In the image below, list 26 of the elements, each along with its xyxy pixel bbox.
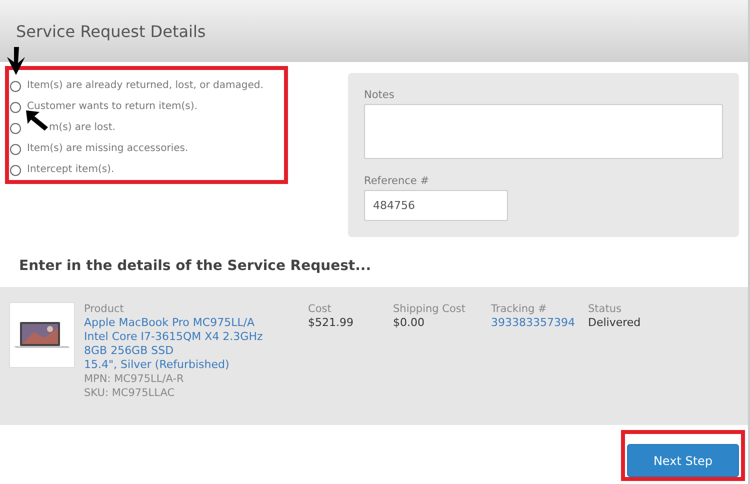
- radio-label: Item(s) are missing accessories.: [27, 142, 188, 156]
- field-value: $521.99: [308, 316, 354, 330]
- notes-label: Notes: [364, 89, 396, 101]
- reference-label: Reference #: [364, 175, 430, 187]
- tracking-link[interactable]: 393383357394: [491, 316, 588, 330]
- reference-field[interactable]: 484756: [364, 190, 508, 221]
- field-value: Delivered: [588, 316, 641, 330]
- column-label: Tracking #: [491, 302, 548, 316]
- radio-label: Customer wants to return item(s).: [27, 100, 198, 114]
- column-label: Status: [588, 302, 622, 316]
- radio-label: Item(s) are already returned, lost, or damaged.: [27, 79, 264, 93]
- mpn-text: MPN: MC975LL/A-R: [84, 372, 185, 386]
- product-link[interactable]: Apple MacBook Pro MC975LL/A: [84, 316, 308, 330]
- product-link[interactable]: 8GB 256GB SSD: [84, 344, 308, 358]
- next-step-button[interactable]: Next Step: [627, 444, 739, 477]
- section-heading: Enter in the details of the Service Request...: [18, 257, 372, 275]
- product-link[interactable]: 15.4", Silver (Refurbished): [84, 358, 308, 372]
- radio-label: Intercept item(s).: [27, 163, 114, 177]
- radio-label: m(s) are lost.: [49, 121, 116, 135]
- column-label: Shipping Cost: [393, 302, 466, 316]
- column-label: Cost: [308, 302, 332, 316]
- page-title: Service Request Details: [16, 22, 206, 40]
- sku-text: SKU: MC975LLAC: [84, 386, 176, 400]
- field-value: $0.00: [393, 316, 426, 330]
- product-link[interactable]: Intel Core I7-3615QM X4 2.3GHz: [84, 330, 308, 344]
- column-label: Product: [84, 302, 125, 316]
